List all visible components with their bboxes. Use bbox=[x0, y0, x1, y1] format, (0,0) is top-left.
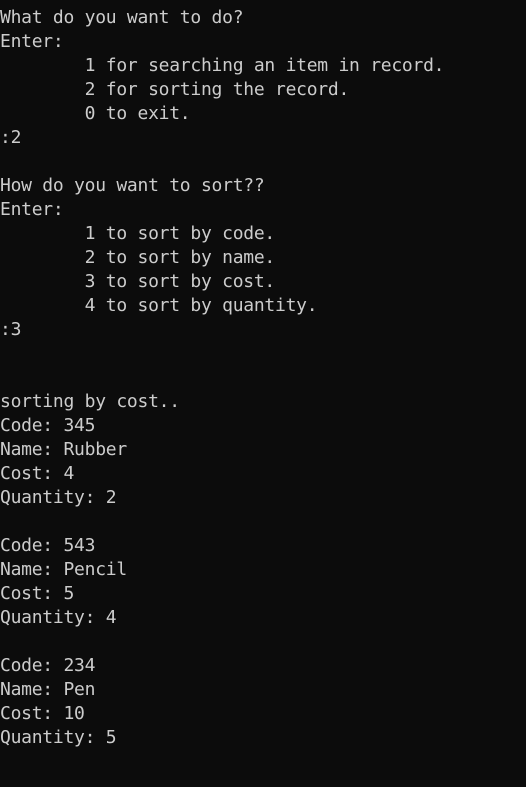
menu-user-input: :2 bbox=[0, 127, 22, 148]
record-quantity: Quantity: 2 bbox=[0, 487, 117, 508]
record-name: Name: Pen bbox=[0, 679, 96, 700]
record-cost: Cost: 10 bbox=[0, 703, 85, 724]
menu-option-exit: 0 to exit. bbox=[0, 103, 191, 124]
sort-option-code: 1 to sort by code. bbox=[0, 223, 276, 244]
record-quantity: Quantity: 4 bbox=[0, 607, 117, 628]
menu-option-sort: 2 for sorting the record. bbox=[0, 79, 350, 100]
sort-option-name: 2 to sort by name. bbox=[0, 247, 276, 268]
menu-option-search: 1 for searching an item in record. bbox=[0, 55, 445, 76]
menu-enter-label: Enter: bbox=[0, 31, 64, 52]
sort-user-input: :3 bbox=[0, 319, 22, 340]
sort-status: sorting by cost.. bbox=[0, 391, 180, 412]
sort-enter-label: Enter: bbox=[0, 199, 64, 220]
sort-option-quantity: 4 to sort by quantity. bbox=[0, 295, 318, 316]
record-code: Code: 345 bbox=[0, 415, 96, 436]
console-output: What do you want to do? Enter: 1 for sea… bbox=[0, 6, 526, 750]
menu-prompt: What do you want to do? bbox=[0, 7, 244, 28]
sort-prompt: How do you want to sort?? bbox=[0, 175, 265, 196]
record-code: Code: 234 bbox=[0, 655, 96, 676]
sort-option-cost: 3 to sort by cost. bbox=[0, 271, 276, 292]
record-quantity: Quantity: 5 bbox=[0, 727, 117, 748]
record-cost: Cost: 4 bbox=[0, 463, 75, 484]
record-name: Name: Pencil bbox=[0, 559, 127, 580]
record-cost: Cost: 5 bbox=[0, 583, 75, 604]
record-code: Code: 543 bbox=[0, 535, 96, 556]
record-name: Name: Rubber bbox=[0, 439, 127, 460]
